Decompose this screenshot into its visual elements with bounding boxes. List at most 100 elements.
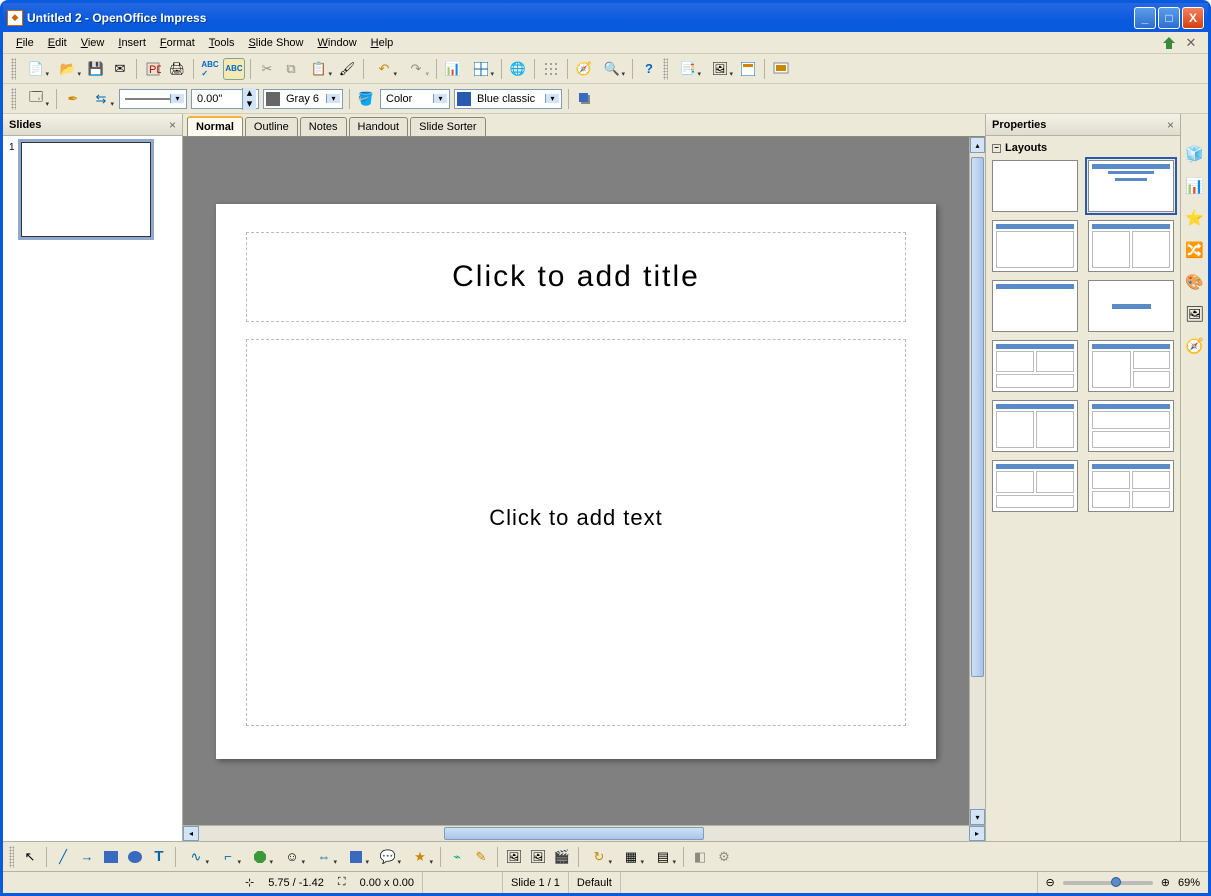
save-button[interactable]: 💾 bbox=[85, 58, 107, 80]
block-arrows-tool[interactable]: ⇔ bbox=[309, 846, 339, 868]
grid-button[interactable] bbox=[540, 58, 562, 80]
custom-animation-tab-icon[interactable]: ⭐ bbox=[1185, 208, 1205, 228]
fontwork-tool[interactable]: 🖼 bbox=[503, 846, 525, 868]
master-pages-tab-icon[interactable]: 📊 bbox=[1185, 176, 1205, 196]
menu-window[interactable]: Window bbox=[311, 35, 364, 51]
layout-blank[interactable] bbox=[992, 160, 1078, 212]
scroll-left-button[interactable]: ◂ bbox=[183, 826, 199, 841]
zoom-slider[interactable] bbox=[1063, 881, 1153, 885]
close-doc-icon[interactable]: ✕ bbox=[1183, 35, 1199, 51]
navigator-tab-icon[interactable]: 🧭 bbox=[1185, 336, 1205, 356]
properties-tab-icon[interactable]: 🧊 bbox=[1185, 144, 1205, 164]
scroll-down-button[interactable]: ▾ bbox=[970, 809, 985, 825]
text-tool[interactable]: T bbox=[148, 846, 170, 868]
paste-button[interactable]: 📋 bbox=[304, 58, 334, 80]
callouts-tool[interactable]: 💬 bbox=[373, 846, 403, 868]
area-color-select[interactable]: Blue classic ▾ bbox=[454, 89, 562, 109]
slide-canvas[interactable]: Click to add title Click to add text bbox=[216, 204, 936, 759]
spellcheck-button[interactable]: ABC✓ bbox=[199, 58, 221, 80]
rectangle-tool[interactable] bbox=[100, 846, 122, 868]
symbol-shapes-tool[interactable]: ☺ bbox=[277, 846, 307, 868]
minimize-button[interactable]: _ bbox=[1134, 7, 1156, 29]
layout-two-content[interactable] bbox=[1088, 220, 1174, 272]
drawing-grip[interactable] bbox=[9, 846, 14, 868]
basic-shapes-tool[interactable] bbox=[245, 846, 275, 868]
zoom-out-button[interactable]: ⊖ bbox=[1046, 876, 1055, 889]
tab-normal[interactable]: Normal bbox=[187, 116, 243, 136]
layout-one-two[interactable] bbox=[1088, 340, 1174, 392]
line-tool[interactable]: ╱ bbox=[52, 846, 74, 868]
zoom-button[interactable]: 🔍 bbox=[597, 58, 627, 80]
layout-two-one[interactable] bbox=[992, 340, 1078, 392]
styles-tab-icon[interactable]: 🎨 bbox=[1185, 272, 1205, 292]
vertical-scrollbar[interactable]: ▴ ▾ bbox=[969, 137, 985, 825]
shadow-button[interactable] bbox=[574, 88, 596, 110]
gallery-tab-icon[interactable]: 🖼 bbox=[1185, 304, 1205, 324]
slide-transition-tab-icon[interactable]: 🔀 bbox=[1185, 240, 1205, 260]
line-arrow-style-button[interactable]: ✒ bbox=[62, 88, 84, 110]
rotate-tool[interactable]: ↻ bbox=[584, 846, 614, 868]
menu-view[interactable]: View bbox=[74, 35, 112, 51]
new-button[interactable]: 📄 bbox=[21, 58, 51, 80]
menu-slideshow[interactable]: Slide Show bbox=[241, 35, 310, 51]
slide-button[interactable]: 📑 bbox=[673, 58, 703, 80]
layout-centered[interactable] bbox=[1088, 280, 1174, 332]
connector-tool[interactable]: ⌐ bbox=[213, 846, 243, 868]
print-button[interactable]: 🖨 bbox=[166, 58, 188, 80]
auto-spellcheck-button[interactable]: ABC bbox=[223, 58, 245, 80]
collapse-icon[interactable]: − bbox=[992, 144, 1001, 153]
cut-button[interactable]: ✂ bbox=[256, 58, 278, 80]
line-style-select[interactable]: ▾ bbox=[119, 89, 187, 109]
email-button[interactable]: ✉ bbox=[109, 58, 131, 80]
layout-title-bar[interactable] bbox=[992, 280, 1078, 332]
export-pdf-button[interactable]: PDF bbox=[142, 58, 164, 80]
zoom-in-button[interactable]: ⊕ bbox=[1161, 876, 1170, 889]
arrow-tool[interactable]: → bbox=[76, 846, 98, 868]
extrusion-tool[interactable]: ◧ bbox=[689, 846, 711, 868]
slides-panel-close-icon[interactable]: × bbox=[169, 118, 176, 132]
vscroll-thumb[interactable] bbox=[971, 157, 984, 677]
undo-button[interactable]: ↶ bbox=[369, 58, 399, 80]
tab-notes[interactable]: Notes bbox=[300, 117, 347, 136]
media-tool[interactable]: 🎬 bbox=[551, 846, 573, 868]
zoom-value[interactable]: 69% bbox=[1178, 877, 1200, 889]
area-mode-select[interactable]: Color ▾ bbox=[380, 89, 450, 109]
arrange-tool[interactable]: ▤ bbox=[648, 846, 678, 868]
curve-tool[interactable]: ∿ bbox=[181, 846, 211, 868]
slides-list[interactable]: 1 bbox=[3, 136, 182, 841]
layout-two-row[interactable] bbox=[992, 400, 1078, 452]
ellipse-tool[interactable] bbox=[124, 846, 146, 868]
tab-handout[interactable]: Handout bbox=[349, 117, 409, 136]
select-tool[interactable]: ↖ bbox=[19, 846, 41, 868]
slide-thumbnail-1[interactable]: 1 bbox=[9, 142, 176, 237]
help-button[interactable]: ? bbox=[638, 58, 660, 80]
layout-title-only[interactable] bbox=[992, 220, 1078, 272]
menu-edit[interactable]: Edit bbox=[41, 35, 74, 51]
area-fill-button[interactable]: 🪣 bbox=[355, 88, 377, 110]
toolbar-grip-3[interactable] bbox=[11, 88, 16, 110]
title-placeholder[interactable]: Click to add title bbox=[246, 232, 906, 322]
layout-title-content[interactable] bbox=[1088, 160, 1174, 212]
scroll-up-button[interactable]: ▴ bbox=[970, 137, 985, 153]
from-file-tool[interactable]: 🖼 bbox=[527, 846, 549, 868]
layout-three-col[interactable] bbox=[992, 460, 1078, 512]
hscroll-thumb[interactable] bbox=[444, 827, 704, 840]
glue-points-tool[interactable]: ✎ bbox=[470, 846, 492, 868]
redo-button[interactable]: ↷ bbox=[401, 58, 431, 80]
layout-stack[interactable] bbox=[1088, 400, 1174, 452]
menu-tools[interactable]: Tools bbox=[202, 35, 242, 51]
display-properties-button[interactable]: 🗔 bbox=[21, 88, 51, 110]
navigator-button[interactable]: 🧭 bbox=[573, 58, 595, 80]
close-button[interactable]: X bbox=[1182, 7, 1204, 29]
open-button[interactable]: 📂 bbox=[53, 58, 83, 80]
layouts-section-header[interactable]: − Layouts bbox=[992, 142, 1174, 154]
stars-tool[interactable]: ★ bbox=[405, 846, 435, 868]
body-placeholder[interactable]: Click to add text bbox=[246, 339, 906, 726]
tab-slidesorter[interactable]: Slide Sorter bbox=[410, 117, 485, 136]
chart-button[interactable]: 📊 bbox=[442, 58, 464, 80]
slide-layout-button[interactable] bbox=[737, 58, 759, 80]
zoom-thumb[interactable] bbox=[1111, 877, 1121, 887]
update-icon[interactable] bbox=[1161, 35, 1177, 51]
tab-outline[interactable]: Outline bbox=[245, 117, 298, 136]
scroll-right-button[interactable]: ▸ bbox=[969, 826, 985, 841]
